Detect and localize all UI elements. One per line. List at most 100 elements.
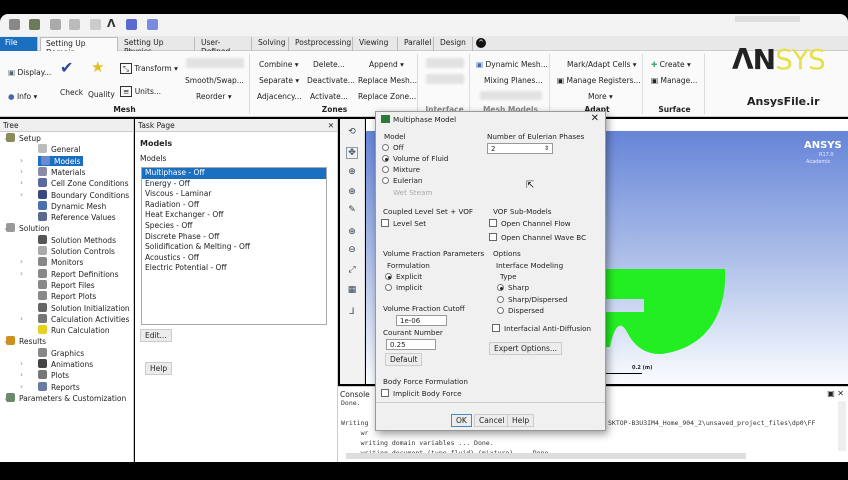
expand-toggle-icon[interactable]: › (20, 156, 23, 165)
manage-surface-button[interactable]: ▣ Manage... (651, 76, 697, 85)
expand-toggle-icon[interactable]: › (20, 167, 23, 176)
expand-toggle-icon[interactable]: › (20, 359, 23, 368)
tree-item-setup[interactable]: Setup (6, 133, 41, 143)
ok-button[interactable]: OK (451, 414, 472, 427)
model-list-item[interactable]: Heat Exchanger - Off (142, 210, 326, 221)
tree-item-report-files[interactable]: Report Files (38, 279, 95, 290)
expand-toggle-icon[interactable]: ⌄ (3, 393, 9, 402)
quality-button[interactable]: Quality (88, 90, 115, 99)
tree-item-solution-controls[interactable]: Solution Controls (38, 246, 115, 256)
info-button[interactable]: ● Info ▾ (8, 92, 37, 101)
adjacency-button[interactable]: Adjacency... (257, 92, 302, 101)
tab-user-defined[interactable]: User-Defined (196, 37, 252, 56)
view-icon[interactable]: ▦ (346, 285, 358, 297)
expand-toggle-icon[interactable]: ⌄ (3, 223, 9, 232)
tab-setting-up-domain[interactable]: Setting Up Domain (40, 37, 118, 57)
radio-sharp[interactable]: Sharp (497, 283, 529, 292)
tree-item-animations[interactable]: Animations (38, 359, 93, 369)
mixing-planes-button[interactable]: Mixing Planes... (484, 76, 543, 85)
separate-button[interactable]: Separate ▾ (259, 76, 299, 85)
dynamic-mesh-button[interactable]: ▣ Dynamic Mesh... (476, 60, 548, 69)
tree-item-dynamic-mesh[interactable]: Dynamic Mesh (38, 200, 106, 211)
tree-item-boundary-conditions[interactable]: Boundary Conditions (38, 189, 129, 200)
tree-item-general[interactable]: General (38, 144, 81, 154)
expand-toggle-icon[interactable]: › (20, 257, 23, 266)
more-button[interactable]: More ▾ (588, 92, 613, 101)
tree-item-cell-zone-conditions[interactable]: Cell Zone Conditions (38, 178, 129, 188)
radio-implicit[interactable]: Implicit (385, 283, 422, 292)
radio-dispersed[interactable]: Dispersed (497, 306, 544, 315)
default-button[interactable]: Default (385, 353, 423, 366)
model-list-item[interactable]: Radiation - Off (142, 200, 326, 211)
tree-item-solution-initialization[interactable]: Solution Initialization (38, 302, 130, 313)
tree-item-monitors[interactable]: Monitors (38, 257, 83, 267)
cutoff-input[interactable]: 1e-06 (396, 315, 447, 326)
undo-icon[interactable] (69, 19, 80, 30)
activate-button[interactable]: Activate... (310, 92, 348, 101)
transform-button[interactable]: ⤡ Transform ▾ (120, 63, 178, 74)
dialog-help-button[interactable]: Help (507, 414, 535, 427)
deactivate-button[interactable]: Deactivate... (307, 76, 355, 85)
radio-mixture[interactable]: Mixture (382, 165, 420, 174)
tab-viewing[interactable]: Viewing (354, 37, 398, 51)
tab-postprocessing[interactable]: Postprocessing (290, 37, 353, 51)
tree-item-plots[interactable]: Plots (38, 370, 69, 380)
tab-parallel[interactable]: Parallel (399, 37, 434, 51)
expand-toggle-icon[interactable]: › (20, 178, 23, 187)
radio-sharp-dispersed[interactable]: Sharp/Dispersed (497, 295, 567, 304)
courant-input[interactable]: 0.25 (386, 339, 436, 350)
append-button[interactable]: Append ▾ (369, 60, 404, 69)
delete-button[interactable]: Delete... (313, 60, 345, 69)
anti-diffusion-checkbox[interactable]: Interfacial Anti-Diffusion (492, 324, 591, 333)
phases-spinner[interactable]: 2 ⇕ (487, 143, 553, 154)
radio-vof[interactable]: Volume of Fluid (382, 154, 448, 163)
expand-toggle-icon[interactable]: › (20, 314, 23, 323)
model-list-item[interactable]: Energy - Off (142, 179, 326, 190)
expand-toggle-icon[interactable]: › (20, 370, 23, 379)
model-list-item[interactable]: Multiphase - Off (142, 168, 326, 179)
replace-zone-button[interactable]: Replace Zone... (358, 92, 416, 101)
level-set-checkbox[interactable]: Level Set (381, 219, 426, 228)
tab-design[interactable]: Design (435, 37, 473, 51)
combine-button[interactable]: Combine ▾ (259, 60, 299, 69)
tree-item-models[interactable]: Models (38, 155, 84, 166)
save-icon[interactable] (50, 19, 61, 30)
tree-item-materials[interactable]: Materials (38, 166, 85, 177)
collapse-ribbon-icon[interactable]: ^ (476, 38, 486, 48)
expert-options-button[interactable]: Expert Options... (489, 342, 563, 355)
expand-toggle-icon[interactable]: ⌄ (3, 336, 9, 345)
tree-item-reports[interactable]: Reports (38, 381, 80, 392)
cancel-button[interactable]: Cancel (474, 414, 510, 427)
tree-item-graphics[interactable]: Graphics (38, 347, 84, 358)
check-icon[interactable]: ✔ (60, 58, 73, 77)
open-icon[interactable] (29, 19, 40, 30)
rotate-icon[interactable]: ⟲ (346, 127, 358, 139)
create-surface-button[interactable]: ✚ Create ▾ (651, 60, 691, 69)
help-button[interactable]: Help (145, 362, 173, 375)
zoom-box-icon[interactable]: ⊕ (346, 187, 358, 199)
fit-icon[interactable]: ⤢ (346, 265, 358, 277)
model-list-item[interactable]: Acoustics - Off (142, 253, 326, 264)
open-channel-checkbox[interactable]: Open Channel Flow (489, 219, 571, 228)
mark-adapt-button[interactable]: Mark/Adapt Cells ▾ (567, 60, 637, 69)
tab-setting-up-physics[interactable]: Setting Up Physics (119, 37, 195, 56)
tree-item-solution[interactable]: Solution (6, 223, 50, 233)
tree-item-parameters-customization[interactable]: Parameters & Customization (6, 392, 126, 403)
expand-toggle-icon[interactable]: › (20, 382, 23, 391)
models-list[interactable]: Multiphase - Off Energy - Off Viscous - La… (141, 167, 327, 325)
model-list-item[interactable]: Solidification & Melting - Off (142, 242, 326, 253)
quality-icon[interactable]: ★ (91, 58, 104, 76)
console-vscroll[interactable] (838, 401, 846, 451)
units-button[interactable]: ≡ Units... (120, 86, 161, 97)
new-icon[interactable] (9, 19, 20, 30)
ansys-icon[interactable]: Λ (107, 17, 118, 30)
tree-item-solution-methods[interactable]: Solution Methods (38, 234, 116, 245)
zoom-icon[interactable]: ⊕ (346, 167, 358, 179)
view-icon[interactable] (147, 19, 158, 30)
replace-mesh-button[interactable]: Replace Mesh... (358, 76, 417, 85)
tree-item-report-definitions[interactable]: Report Definitions (38, 268, 118, 279)
radio-off[interactable]: Off (382, 143, 404, 152)
close-icon[interactable]: ✕ (328, 121, 334, 130)
tree-item-report-plots[interactable]: Report Plots (38, 291, 96, 301)
reorder-button[interactable]: Reorder ▾ (196, 92, 232, 101)
